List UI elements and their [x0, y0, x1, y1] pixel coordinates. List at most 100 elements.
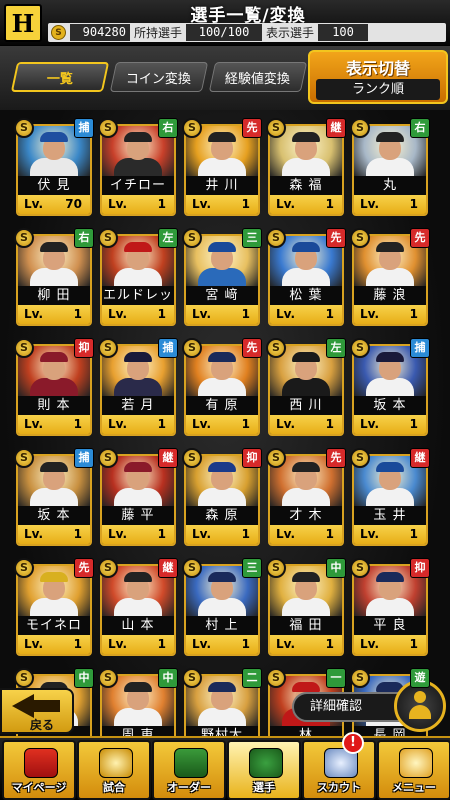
back-button[interactable]: 戻る [0, 688, 74, 734]
rank-s-badge-icon: S [98, 448, 118, 468]
player-card[interactable]: 伏 見 Lv. 70 S 捕 [14, 118, 94, 216]
rank-s-badge-icon: S [14, 228, 34, 248]
player-name: 福 田 [270, 616, 342, 635]
player-card[interactable]: 森 原 Lv. 1 S 抑 [182, 448, 262, 546]
player-card[interactable]: 山 本 Lv. 1 S 継 [98, 558, 178, 656]
player-card[interactable]: イチロー Lv. 1 S 右 [98, 118, 178, 216]
player-cap [124, 352, 152, 362]
player-card[interactable]: 若 月 Lv. 1 S 捕 [98, 338, 178, 436]
nav-label: 試合 [103, 781, 125, 794]
nav-trophy-button[interactable]: 試合 [77, 740, 151, 800]
player-card[interactable]: 玉 井 Lv. 1 S 継 [350, 448, 430, 546]
player-card[interactable]: 坂 本 Lv. 1 S 捕 [14, 448, 94, 546]
player-level: Lv. 1 [354, 635, 426, 654]
player-level: Lv. 1 [186, 635, 258, 654]
player-cap [208, 352, 236, 362]
player-name: 伏 見 [18, 176, 90, 195]
nav-label: メニュー [392, 781, 436, 794]
player-card[interactable]: 藤 浪 Lv. 1 S 先 [350, 228, 430, 326]
player-card[interactable]: 藤 平 Lv. 1 S 継 [98, 448, 178, 546]
player-card[interactable]: 有 原 Lv. 1 S 先 [182, 338, 262, 436]
player-card[interactable]: 坂 本 Lv. 1 S 捕 [350, 338, 430, 436]
tab-exp-convert-label: 経験値変換 [225, 71, 291, 87]
position-badge: 先 [242, 338, 262, 358]
sort-toggle-button[interactable]: 表示切替 ランク順 [308, 50, 448, 104]
level-label: Lv. [108, 527, 128, 541]
position-badge: 抑 [410, 558, 430, 578]
player-level: Lv. 1 [270, 415, 342, 434]
level-label: Lv. [360, 197, 380, 211]
player-card[interactable]: 井 川 Lv. 1 S 先 [182, 118, 262, 216]
level-label: Lv. [360, 307, 380, 321]
player-card[interactable]: 柳 田 Lv. 1 S 右 [14, 228, 94, 326]
level-label: Lv. [24, 637, 44, 651]
player-name: 有 原 [186, 396, 258, 415]
player-name: 柳 田 [18, 286, 90, 305]
rank-s-badge-icon: S [266, 228, 286, 248]
player-cap [40, 462, 68, 472]
detail-check-button[interactable]: 詳細確認 [292, 680, 448, 736]
player-cap [40, 242, 68, 252]
player-card[interactable]: 西 川 Lv. 1 S 左 [266, 338, 346, 436]
field-icon [174, 748, 208, 778]
position-badge: 遊 [410, 668, 430, 688]
player-card[interactable]: 才 木 Lv. 1 S 先 [266, 448, 346, 546]
player-card[interactable]: 福 田 Lv. 1 S 中 [266, 558, 346, 656]
level-label: Lv. [276, 307, 296, 321]
player-level: Lv. 1 [186, 195, 258, 214]
nav-scout-button[interactable]: スカウト [302, 740, 376, 800]
nav-field-button[interactable]: オーダー [152, 740, 226, 800]
sort-title: 表示切替 [345, 59, 410, 78]
player-cap [376, 462, 404, 472]
player-name: エルドレッド [102, 286, 174, 322]
player-card[interactable]: 平 良 Lv. 1 S 抑 [350, 558, 430, 656]
player-cap [376, 352, 404, 362]
position-badge: 先 [326, 228, 346, 248]
nav-menu-button[interactable]: メニュー [377, 740, 450, 800]
detail-icon-head [414, 691, 426, 703]
player-card[interactable]: 宮 﨑 Lv. 1 S 三 [182, 228, 262, 326]
player-card[interactable]: 森 福 Lv. 1 S 継 [266, 118, 346, 216]
position-badge: 中 [158, 668, 178, 688]
sort-value: ランク順 [316, 79, 440, 100]
player-card[interactable]: 松 葉 Lv. 1 S 先 [266, 228, 346, 326]
player-level: Lv. 1 [354, 525, 426, 544]
player-card[interactable]: 丸 Lv. 1 S 右 [350, 118, 430, 216]
level-value: 1 [409, 527, 418, 541]
level-label: Lv. [276, 637, 296, 651]
rank-s-badge-icon: S [182, 448, 202, 468]
rank-s-badge-icon: S [350, 118, 370, 138]
player-card[interactable]: エルドレッドLv. 1 S 左 [98, 228, 178, 326]
tab-exp-convert[interactable]: 経験値変換 [208, 62, 308, 92]
nav-player-button[interactable]: 選手 [227, 740, 301, 800]
player-level: Lv. 1 [270, 635, 342, 654]
player-name: 若 月 [102, 396, 174, 415]
player-level: Lv. 1 [186, 525, 258, 544]
detail-label: 詳細確認 [292, 692, 404, 722]
player-name: 宮 﨑 [186, 286, 258, 305]
rank-s-badge-icon: S [266, 668, 286, 688]
player-cap [40, 572, 68, 582]
position-badge: 二 [242, 668, 262, 688]
player-name: 平 良 [354, 616, 426, 635]
level-label: Lv. [24, 307, 44, 321]
tab-list[interactable]: 一覧 [10, 62, 110, 92]
level-value: 1 [241, 527, 250, 541]
player-name: 玉 井 [354, 506, 426, 525]
tab-coin-convert-label: コイン変換 [126, 71, 192, 87]
player-cap [292, 572, 320, 582]
nav-home-button[interactable]: マイページ [2, 740, 76, 800]
player-card[interactable]: 則 本 Lv. 1 S 抑 [14, 338, 94, 436]
player-level: Lv. 1 [18, 635, 90, 654]
position-badge: 捕 [74, 448, 94, 468]
position-badge: 捕 [74, 118, 94, 138]
player-card[interactable]: 村 上 Lv. 1 S 三 [182, 558, 262, 656]
tab-bar: 一覧 コイン変換 経験値変換 表示切替 ランク順 [0, 46, 450, 110]
level-value: 1 [241, 417, 250, 431]
tab-coin-convert[interactable]: コイン変換 [109, 62, 209, 92]
player-card[interactable]: モイネロ Lv. 1 S 先 [14, 558, 94, 656]
rank-s-badge-icon: S [14, 338, 34, 358]
position-badge: 右 [74, 228, 94, 248]
level-label: Lv. [192, 197, 212, 211]
player-cap [292, 132, 320, 142]
